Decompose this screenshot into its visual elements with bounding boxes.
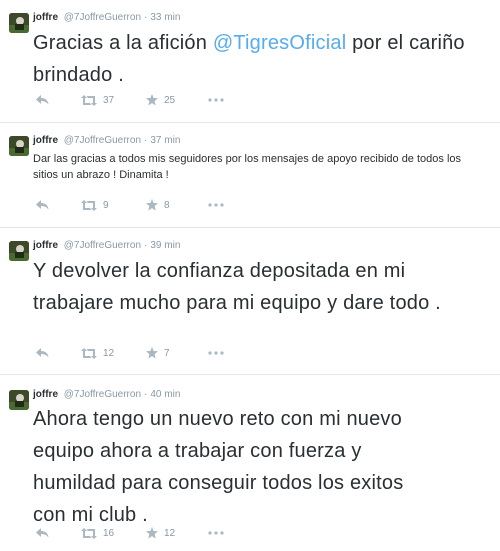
favorite-button[interactable]: 7 [146,346,208,360]
retweet-count: 37 [103,94,115,106]
retweet-button[interactable]: 37 [81,93,146,107]
tweet-username[interactable]: @7JoffreGuerron [64,135,141,146]
tweet-timestamp[interactable]: 33 min [150,12,180,23]
reply-icon [36,528,49,538]
favorite-count: 8 [164,199,170,211]
avatar[interactable] [9,241,29,261]
retweet-icon [81,527,97,539]
tweet-text-before: Gracias a la afición [33,32,213,54]
more-button[interactable] [208,346,228,360]
tweet-actions: 16 12 [36,526,228,540]
avatar[interactable] [9,136,29,156]
more-button[interactable] [208,93,228,107]
retweet-icon [81,199,97,211]
tweet[interactable]: joffre @7JoffreGuerron · 40 min Ahora teng… [0,375,500,551]
tweet-username[interactable]: @7JoffreGuerron [64,12,141,23]
tweet-username[interactable]: @7JoffreGuerron [64,240,141,251]
separator-dot: · [144,240,148,251]
tweet-mention-link[interactable]: @TigresOficial [213,32,347,54]
tweet-fullname[interactable]: joffre [33,389,58,400]
separator-dot: · [144,389,148,400]
more-icon [208,203,224,207]
tweet-timestamp[interactable]: 40 min [150,389,180,400]
tweet-header: joffre @7JoffreGuerron · 39 min [33,239,180,253]
reply-icon [36,348,49,358]
tweet-fullname[interactable]: joffre [33,12,58,23]
tweet-timestamp[interactable]: 39 min [150,240,180,251]
retweet-icon [81,94,97,106]
favorite-count: 12 [164,527,176,539]
tweet-text: Ahora tengo un nuevo reto con mi nuevo e… [33,408,404,526]
avatar[interactable] [9,13,29,33]
avatar-photo-icon [9,241,29,261]
star-icon [146,527,158,539]
retweet-icon [81,347,97,359]
reply-icon [36,95,49,105]
tweet-actions: 37 25 [36,93,228,107]
tweet[interactable]: joffre @7JoffreGuerron · 37 min Dar las gr… [0,123,500,228]
favorite-button[interactable]: 12 [146,526,208,540]
separator-dot: · [144,135,148,146]
retweet-count: 16 [103,527,115,539]
retweet-count: 9 [103,199,109,211]
more-icon [208,531,224,535]
retweet-button[interactable]: 9 [81,198,146,212]
avatar-photo-icon [9,390,29,410]
tweet-timestamp[interactable]: 37 min [150,135,180,146]
tweet-text: Gracias a la afición @TigresOficial por … [33,27,488,91]
avatar[interactable] [9,390,29,410]
reply-icon [36,200,49,210]
retweet-count: 12 [103,347,115,359]
retweet-button[interactable]: 12 [81,346,146,360]
favorite-button[interactable]: 8 [146,198,208,212]
tweet[interactable]: joffre @7JoffreGuerron · 39 min Y devolver… [0,228,500,375]
star-icon [146,94,158,106]
more-icon [208,98,224,102]
reply-button[interactable] [36,93,81,107]
retweet-button[interactable]: 16 [81,526,146,540]
reply-button[interactable] [36,526,81,540]
star-icon [146,347,158,359]
tweet-actions: 9 8 [36,198,228,212]
tweet-timeline: joffre @7JoffreGuerron · 33 min Gracias a … [0,0,500,551]
tweet-header: joffre @7JoffreGuerron · 37 min [33,134,180,148]
separator-dot: · [144,12,148,23]
more-button[interactable] [208,526,228,540]
tweet-header: joffre @7JoffreGuerron · 33 min [33,11,180,25]
tweet-username[interactable]: @7JoffreGuerron [64,389,141,400]
tweet-actions: 12 7 [36,346,228,360]
favorite-count: 25 [164,94,176,106]
star-icon [146,199,158,211]
favorite-count: 7 [164,347,170,359]
tweet-fullname[interactable]: joffre [33,135,58,146]
tweet[interactable]: joffre @7JoffreGuerron · 33 min Gracias a … [0,0,500,123]
tweet-text: Dar las gracias a todos mis seguidores p… [33,153,462,181]
tweet-header: joffre @7JoffreGuerron · 40 min [33,388,180,402]
avatar-photo-icon [9,136,29,156]
tweet-text: Y devolver la confianza depositada en mi… [33,260,441,314]
more-button[interactable] [208,198,228,212]
reply-button[interactable] [36,198,81,212]
more-icon [208,351,224,355]
reply-button[interactable] [36,346,81,360]
tweet-fullname[interactable]: joffre [33,240,58,251]
avatar-photo-icon [9,13,29,33]
favorite-button[interactable]: 25 [146,93,208,107]
